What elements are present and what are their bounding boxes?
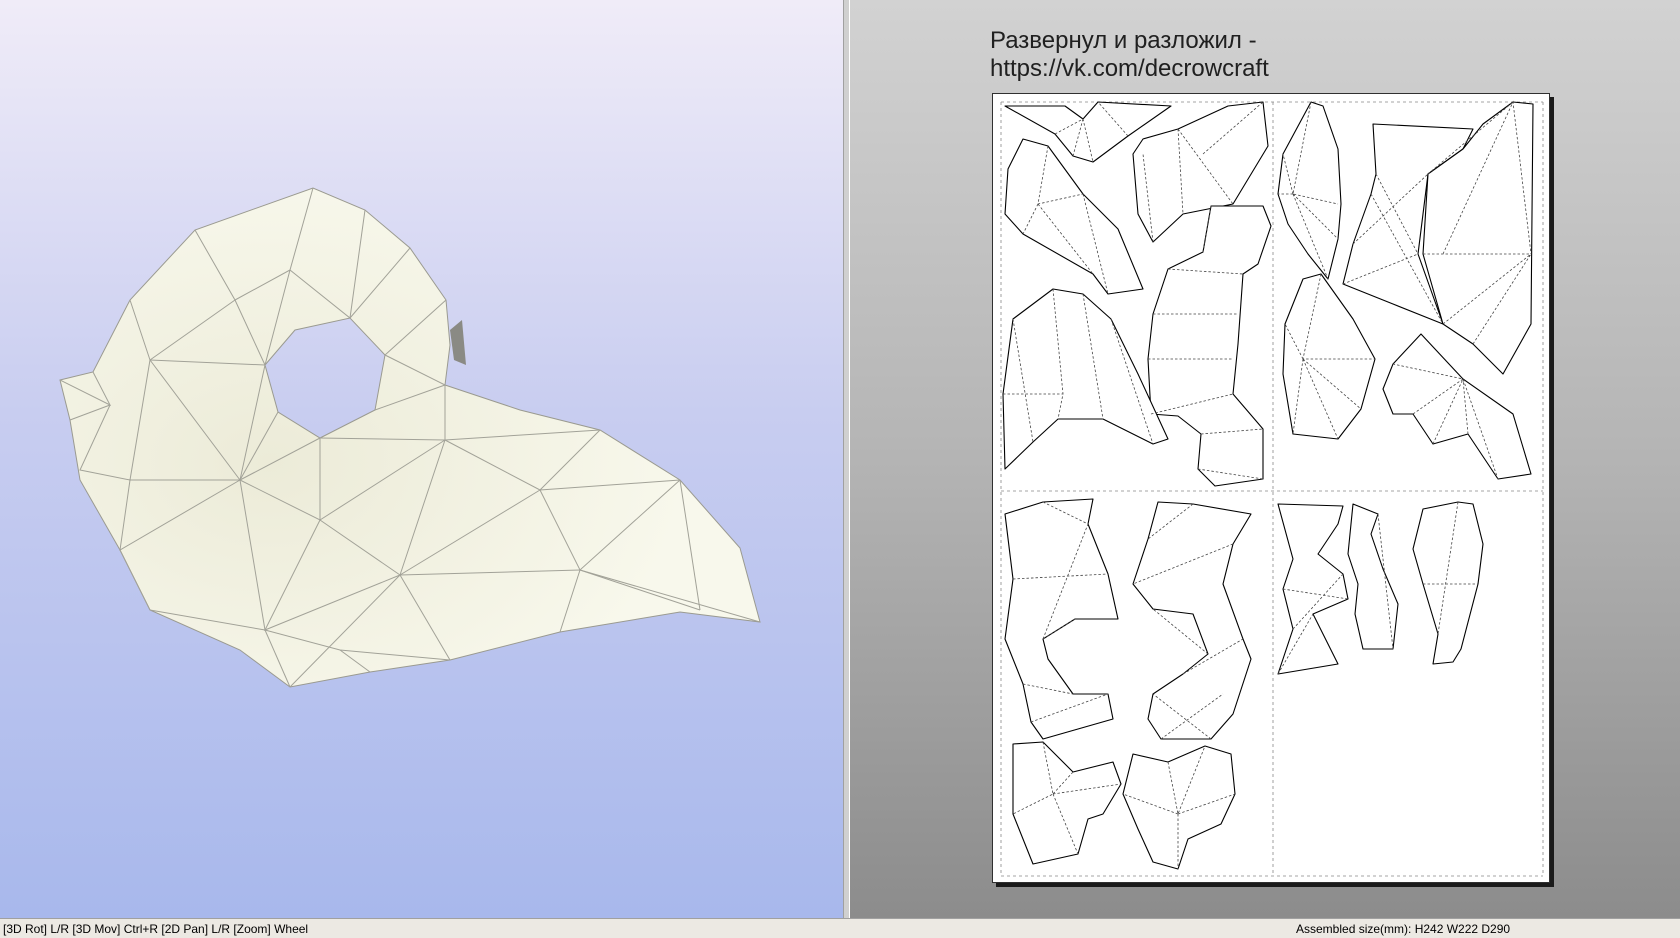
piece-16 xyxy=(1012,741,1122,865)
view-splitter[interactable] xyxy=(843,0,850,918)
piece-12 xyxy=(1132,501,1252,740)
piece-13 xyxy=(1277,503,1349,675)
piece-11 xyxy=(1004,498,1119,740)
2d-unfold-viewport[interactable]: Развернул и разложил - https://vk.com/de… xyxy=(850,0,1680,918)
assembled-size: Assembled size(mm): H242 W222 D290 xyxy=(1296,922,1511,936)
paper-sheet[interactable] xyxy=(992,93,1550,883)
unfolded-pattern[interactable] xyxy=(993,94,1551,884)
mask-3d-model[interactable] xyxy=(0,0,843,918)
pattern-pieces xyxy=(1002,101,1534,870)
3d-viewport[interactable] xyxy=(0,0,843,918)
piece-5 xyxy=(1002,288,1169,470)
mask-back-edge xyxy=(450,320,466,365)
piece-15 xyxy=(1412,501,1484,665)
piece-9 xyxy=(1282,273,1376,440)
piece-17 xyxy=(1122,745,1236,870)
piece-6 xyxy=(1277,101,1342,280)
status-bar: [3D Rot] L/R [3D Mov] Ctrl+R [2D Pan] L/… xyxy=(0,918,1680,938)
status-hint: [3D Rot] L/R [3D Mov] Ctrl+R [2D Pan] L/… xyxy=(3,922,309,936)
unfold-caption: Развернул и разложил - https://vk.com/de… xyxy=(990,27,1269,82)
piece-2 xyxy=(1004,138,1144,295)
piece-4 xyxy=(1147,205,1272,487)
